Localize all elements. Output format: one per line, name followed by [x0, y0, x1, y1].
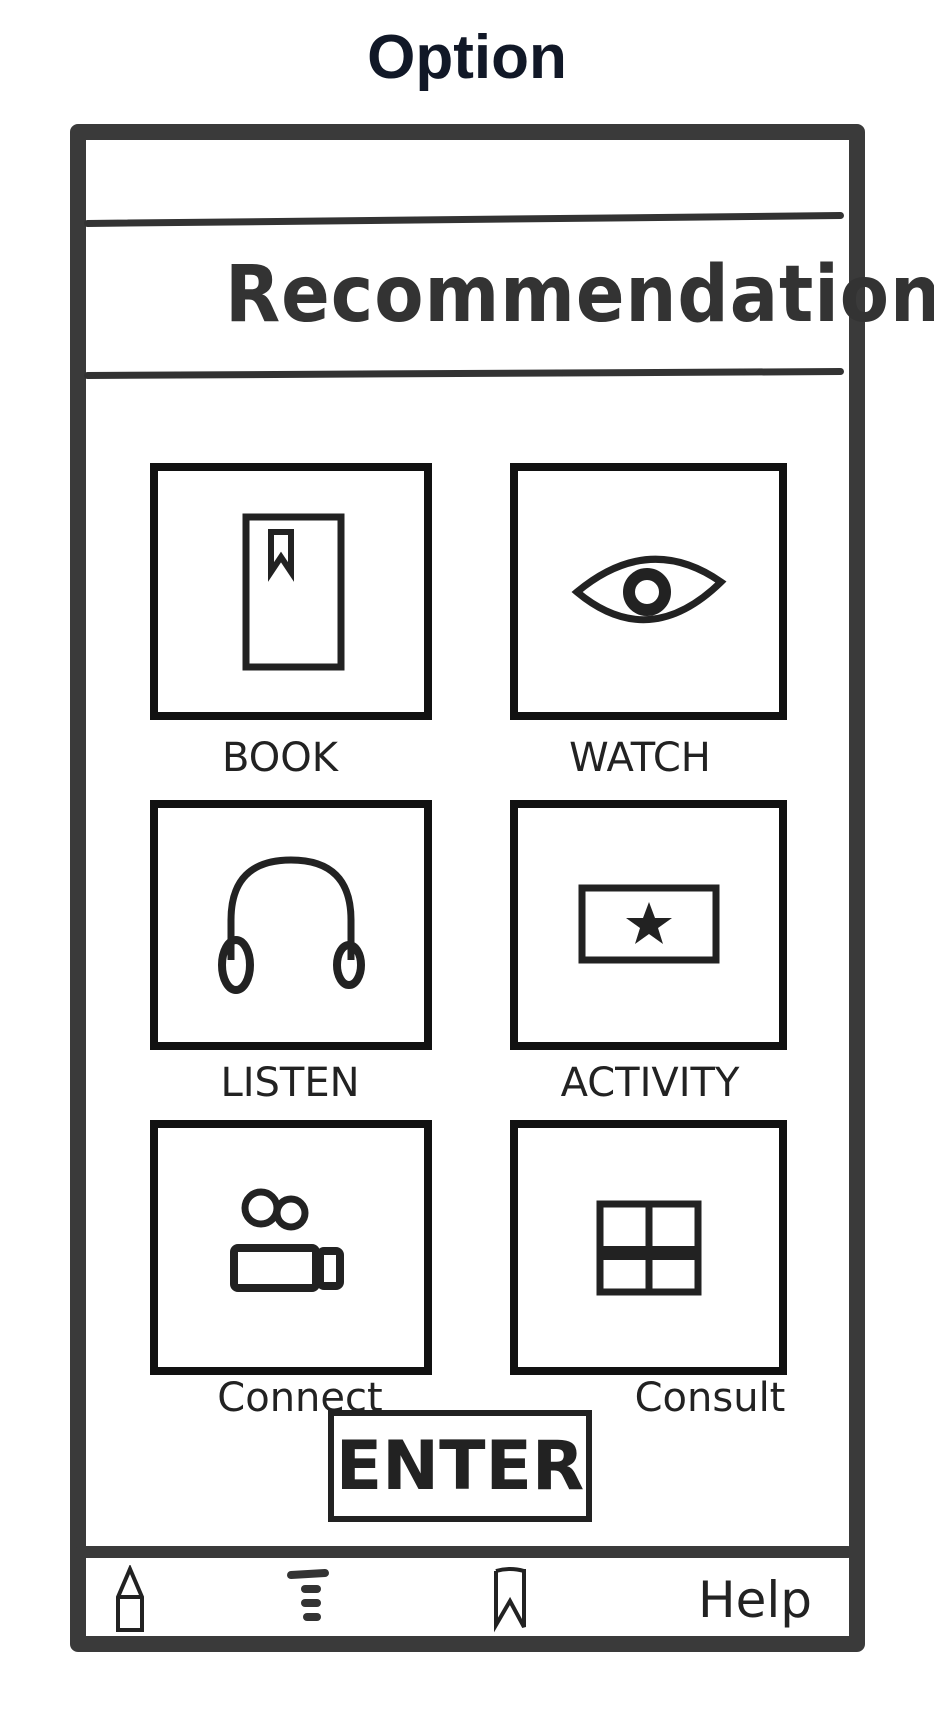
- book-tile[interactable]: [150, 463, 432, 720]
- nav-bookmarks[interactable]: [480, 1560, 540, 1640]
- recommendation-heading: Recommendation: [225, 250, 934, 340]
- book-label: BOOK: [222, 735, 338, 781]
- listen-label: LISTEN: [220, 1060, 360, 1106]
- enter-button[interactable]: ENTER: [328, 1410, 592, 1522]
- consult-label: Consult: [634, 1375, 786, 1421]
- watch-tile[interactable]: [510, 463, 787, 720]
- activity-tile[interactable]: [510, 800, 787, 1050]
- eye-icon: [571, 555, 726, 623]
- activity-label: ACTIVITY: [560, 1060, 740, 1106]
- listen-tile[interactable]: [150, 800, 432, 1050]
- headphones-icon: [218, 856, 365, 994]
- people-icon: [230, 1188, 344, 1292]
- home-icon: [116, 1565, 144, 1632]
- menu-icon: [287, 1569, 329, 1621]
- nav-help[interactable]: Help: [690, 1560, 820, 1640]
- page-title: Option: [367, 23, 567, 92]
- bottom-nav-divider: [74, 1546, 854, 1558]
- bookmark-icon: [494, 1567, 526, 1633]
- connect-tile[interactable]: [150, 1120, 432, 1375]
- ticket-star-icon: [578, 884, 719, 964]
- nav-home[interactable]: [100, 1560, 160, 1640]
- book-icon: [242, 513, 345, 670]
- consult-tile[interactable]: [510, 1120, 787, 1375]
- watch-label: WATCH: [569, 735, 711, 781]
- nav-menu[interactable]: [280, 1560, 340, 1640]
- window-icon: [596, 1200, 701, 1295]
- help-label: Help: [698, 1571, 812, 1629]
